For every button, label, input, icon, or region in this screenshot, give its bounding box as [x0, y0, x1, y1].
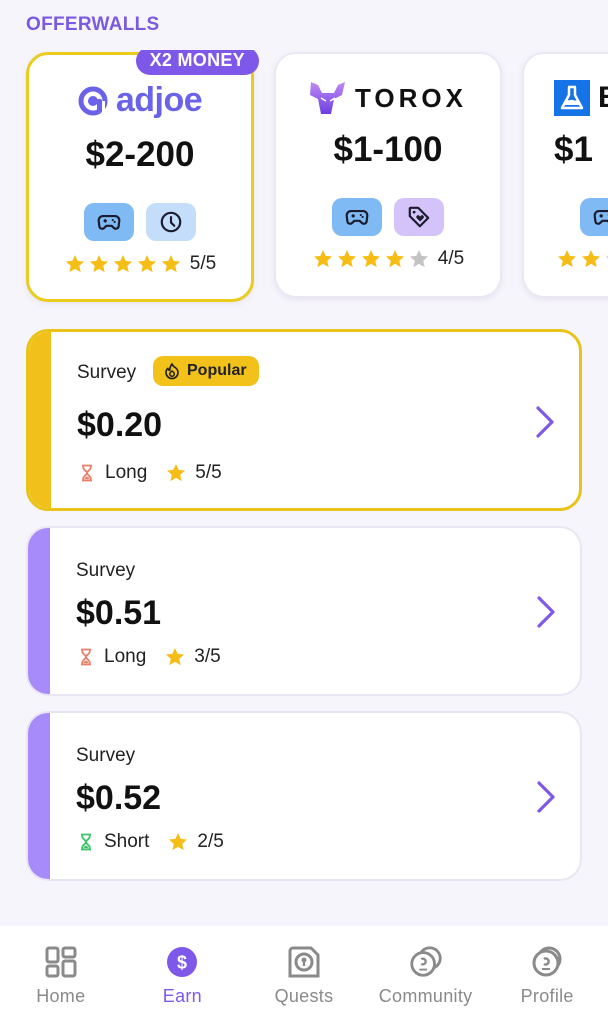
profile-coin-icon	[529, 944, 565, 980]
nav-profile[interactable]: Profile	[486, 926, 608, 1024]
hourglass-icon	[76, 831, 96, 853]
hourglass-icon	[76, 646, 96, 668]
torox-logo-icon	[310, 82, 345, 114]
adjoe-logo: adjoe	[29, 81, 251, 120]
tag-heart-icon	[394, 198, 444, 236]
offerwall-name: adjoe	[115, 81, 203, 119]
chevron-right-icon[interactable]	[534, 594, 558, 630]
star-filled-icon	[580, 248, 602, 270]
nav-quests[interactable]: Quests	[243, 926, 365, 1024]
star-filled-icon	[160, 253, 182, 275]
community-coins-icon	[408, 944, 444, 980]
rating-text: 4/5	[437, 248, 465, 269]
nav-community[interactable]: Community	[365, 926, 487, 1024]
rating: 4/5	[276, 248, 500, 270]
chevron-right-icon[interactable]	[533, 404, 557, 440]
survey-length: Long	[105, 462, 148, 483]
chevron-right-icon[interactable]	[534, 779, 558, 815]
survey-accent	[28, 713, 50, 879]
survey-rating: 5/5	[195, 462, 222, 483]
bottom-nav: Home $ Earn Quests Community Profile	[0, 926, 608, 1024]
section-title: OFFERWALLS	[26, 14, 160, 35]
hourglass-icon	[77, 462, 97, 484]
offerwall-range: $2-200	[85, 135, 195, 174]
home-grid-icon	[43, 944, 79, 980]
offerwall-name: TOROX	[355, 82, 467, 113]
survey-label: Survey	[77, 362, 137, 383]
star-empty-icon	[604, 248, 608, 270]
survey-length: Long	[104, 646, 147, 667]
star-icon	[165, 462, 187, 484]
offerwalls-carousel[interactable]: X2 MONEY adjoe $2-200 5/5 TOROX $1-100 4…	[0, 50, 608, 310]
star-filled-icon	[336, 248, 358, 270]
quests-lock-icon	[286, 944, 322, 980]
rating: 5/5	[29, 253, 251, 275]
star-icon	[167, 831, 189, 853]
clock-icon	[146, 203, 196, 241]
star-filled-icon	[136, 253, 158, 275]
adjoe-logo-icon	[78, 86, 108, 115]
survey-length: Short	[104, 831, 150, 852]
survey-card[interactable]: Survey Popular $0.20 Long 5/5	[26, 329, 582, 511]
torox-logo: TOROX	[276, 80, 500, 116]
flask-logo-icon	[554, 80, 590, 116]
star-filled-icon	[556, 248, 578, 270]
star-empty-icon	[408, 248, 430, 270]
survey-accent	[28, 528, 50, 694]
nav-label: Profile	[520, 986, 574, 1006]
offerwall-name: B	[598, 81, 608, 115]
nav-label: Earn	[162, 986, 202, 1006]
survey-card[interactable]: Survey $0.51 Long 3/5	[26, 526, 582, 696]
popular-badge: Popular	[153, 356, 259, 386]
star-filled-icon	[112, 253, 134, 275]
gamepad-icon	[580, 198, 608, 236]
svg-text:$: $	[177, 953, 187, 973]
offerwall-range: $1	[554, 130, 593, 169]
flame-icon	[165, 363, 179, 380]
rating	[556, 248, 608, 270]
x2-money-badge: X2 MONEY	[135, 50, 259, 75]
gamepad-icon	[332, 198, 382, 236]
popular-badge-label: Popular	[187, 362, 247, 379]
survey-label: Survey	[76, 745, 136, 766]
star-icon	[164, 646, 186, 668]
nav-label: Home	[36, 986, 86, 1006]
survey-rating: 2/5	[197, 831, 224, 852]
offerwall-card-3[interactable]: B $1	[522, 52, 608, 298]
star-filled-icon	[64, 253, 86, 275]
gamepad-icon	[84, 203, 134, 241]
survey-amount: $0.52	[76, 779, 162, 817]
dollar-coin-icon: $	[164, 944, 200, 980]
star-filled-icon	[88, 253, 110, 275]
offerwall-card-torox[interactable]: TOROX $1-100 4/5	[274, 52, 502, 298]
nav-label: Quests	[274, 986, 334, 1006]
survey-amount: $0.51	[76, 594, 162, 632]
star-filled-icon	[360, 248, 382, 270]
offerwall-card-adjoe[interactable]: X2 MONEY adjoe $2-200 5/5	[26, 50, 259, 302]
survey-accent	[29, 332, 51, 508]
survey-rating: 3/5	[194, 646, 221, 667]
offerwall-logo: B	[554, 80, 608, 116]
survey-label: Survey	[76, 560, 136, 581]
offerwall-range: $1-100	[333, 130, 443, 169]
nav-earn[interactable]: $ Earn	[122, 926, 244, 1024]
survey-card[interactable]: Survey $0.52 Short 2/5	[26, 711, 582, 881]
nav-label: Community	[378, 986, 473, 1006]
star-filled-icon	[384, 248, 406, 270]
survey-amount: $0.20	[77, 406, 163, 444]
star-filled-icon	[312, 248, 334, 270]
nav-home[interactable]: Home	[0, 926, 122, 1024]
rating-text: 5/5	[189, 253, 217, 274]
